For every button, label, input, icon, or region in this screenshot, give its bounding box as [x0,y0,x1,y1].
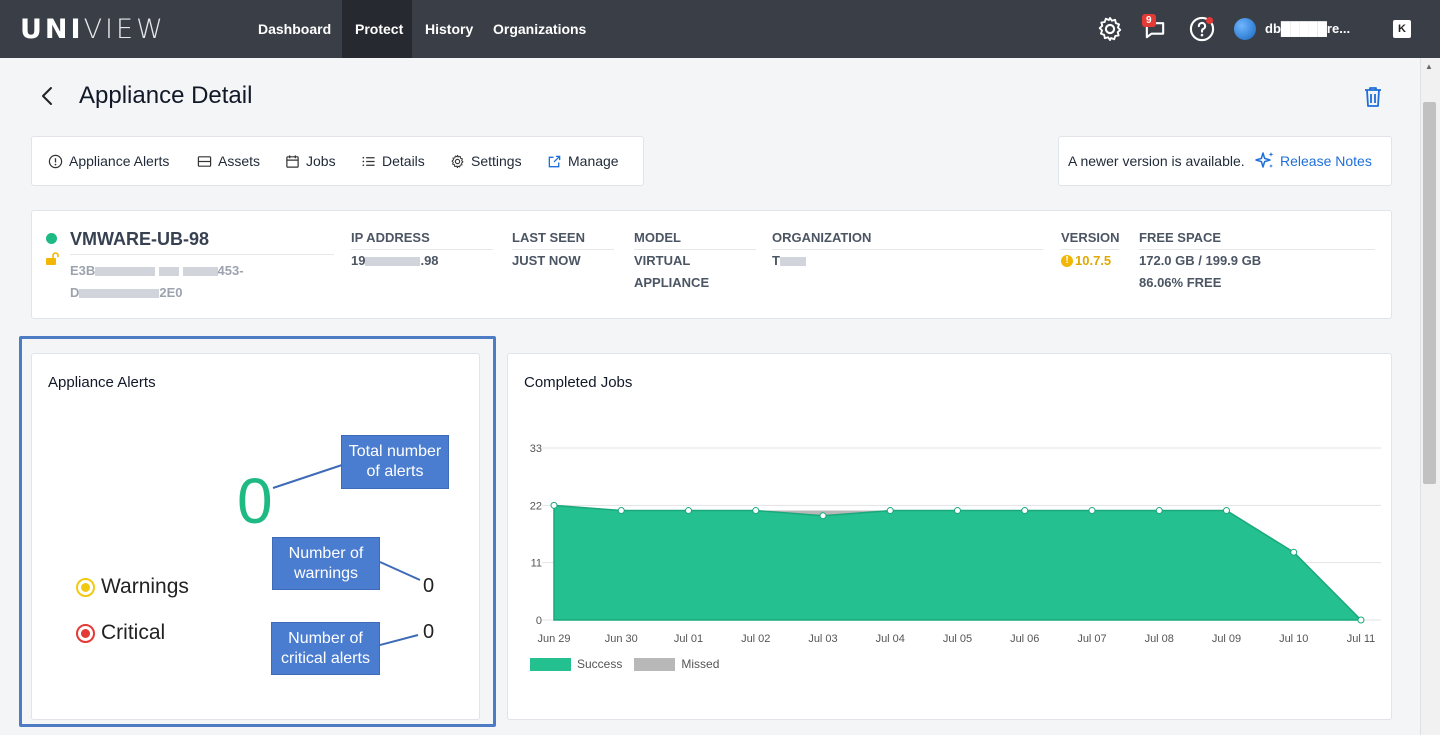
scroll-up-arrow-icon[interactable]: ▲ [1425,62,1433,71]
nav-protect[interactable]: Protect [342,0,412,58]
list-icon [362,156,375,166]
avatar[interactable] [1234,18,1256,40]
y-tick-label: 0 [536,615,542,627]
user-name[interactable]: db█████re... [1265,21,1350,36]
y-tick-label: 11 [531,558,542,570]
legend-missed-swatch[interactable] [634,657,676,671]
gear-icon[interactable] [1096,15,1124,43]
warning-icon: ! [1061,255,1073,267]
x-tick-label: Jul 03 [808,633,837,645]
completed-jobs-card: Completed Jobs 0 11 22 33 Jun 29 Jun 30 Jul 01… [507,353,1392,720]
version-label: VERSION [1061,230,1120,250]
tab-jobs[interactable]: Jobs [285,153,336,169]
online-status-dot [46,233,57,244]
callout-total-alerts: Total number of alerts [341,435,449,489]
model-label: MODEL [634,230,756,250]
success-point [617,507,625,515]
version-value[interactable]: ! 10.7.5 [1061,250,1111,272]
last-seen-value: JUST NOW [512,253,581,268]
uniview-logo[interactable]: UNIVIEW [20,14,166,45]
x-tick-label: Jul 04 [876,633,905,645]
success-area [553,504,1363,621]
success-point [1357,616,1365,624]
nav-organizations[interactable]: Organizations [480,0,599,58]
x-tick-label: Jul 09 [1212,633,1241,645]
update-banner: A newer version is available. Release No… [1058,136,1392,186]
x-tick-label: Jul 08 [1145,633,1174,645]
tab-settings[interactable]: Settings [450,153,522,169]
success-point [1155,507,1163,515]
tab-details[interactable]: Details [361,153,425,169]
divider [70,254,334,255]
legend-missed-label[interactable]: Missed [681,657,719,671]
success-point [1021,507,1029,515]
success-point [752,507,760,515]
alert-circle-icon [48,154,63,168]
back-arrow-icon[interactable] [36,84,58,108]
nav-dashboard[interactable]: Dashboard [245,0,344,58]
success-point [819,512,827,520]
success-point [954,507,961,515]
release-notes-link[interactable]: Release Notes [1254,150,1372,172]
trash-icon[interactable] [1362,85,1384,109]
success-point [1088,507,1096,515]
alerts-highlight-frame [19,336,496,727]
organization-label: ORGANIZATION [772,230,1043,250]
tab-assets[interactable]: Assets [197,153,260,169]
legend-success-swatch[interactable] [530,657,571,671]
model-value: VIRTUAL APPLIANCE [634,253,710,290]
x-tick-label: Jun 30 [605,633,638,645]
y-tick-label: 22 [530,500,542,512]
chart-legend: Success Missed [530,657,719,671]
success-point [550,501,558,509]
x-tick-label: Jul 01 [674,633,703,645]
k-icon[interactable]: K [1393,20,1411,38]
ip-address-label: IP ADDRESS [351,230,493,250]
organization-value: T [772,250,806,272]
x-tick-label: Jul 05 [943,633,972,645]
update-message: A newer version is available. [1068,153,1245,169]
success-point [685,507,692,515]
free-space-label: FREE SPACE [1139,230,1375,250]
notifications-badge: 9 [1142,14,1156,27]
appliance-info-card: VMWARE-UB-98 E3B 453- D 2E0 IP ADDRESS 19… [31,210,1392,319]
y-tick-label: 33 [530,443,542,455]
nav-history[interactable]: History [412,0,486,58]
x-tick-label: Jul 02 [741,633,770,645]
legend-success-label[interactable]: Success [577,657,622,671]
callout-critical: Number of critical alerts [271,622,380,675]
x-tick-label: Jun 29 [537,633,570,645]
free-space-value: 172.0 GB / 199.9 GB 86.06% FREE [1139,253,1262,290]
tab-appliance-alerts[interactable]: Appliance Alerts [48,153,169,169]
unlocked-icon [46,252,59,265]
x-tick-label: Jul 07 [1077,633,1106,645]
x-tick-label: Jul 10 [1279,633,1308,645]
appliance-name[interactable]: VMWARE-UB-98 [70,229,209,250]
calendar-icon [286,154,299,168]
tab-manage[interactable]: Manage [547,153,619,169]
last-seen-label: LAST SEEN [512,230,614,250]
ip-address-value: 19.98 [351,253,439,268]
sparkle-icon [1255,152,1274,168]
success-point [1223,507,1230,515]
success-point [886,507,894,515]
page-title: Appliance Detail [79,82,253,109]
scrollbar-thumb[interactable] [1423,102,1436,484]
x-tick-label: Jul 11 [1347,633,1376,645]
completed-jobs-chart: 0 11 22 33 Jun 29 Jun 30 Jul 01 Jul 02 Jul 03 Jul… [530,443,1381,645]
top-nav: UNIVIEW Dashboard Protect History Organi… [0,0,1440,58]
x-tick-label: Jul 06 [1010,633,1039,645]
appliance-id: E3B 453- D 2E0 [70,263,244,300]
assets-icon [197,155,212,167]
detail-tabs: Appliance Alerts Assets Jobs Details Set… [31,136,644,186]
success-point [1290,548,1298,556]
external-link-icon [548,155,561,167]
settings-gear-icon [451,154,464,168]
help-alert-dot [1206,17,1213,24]
callout-warnings: Number of warnings [272,537,380,590]
